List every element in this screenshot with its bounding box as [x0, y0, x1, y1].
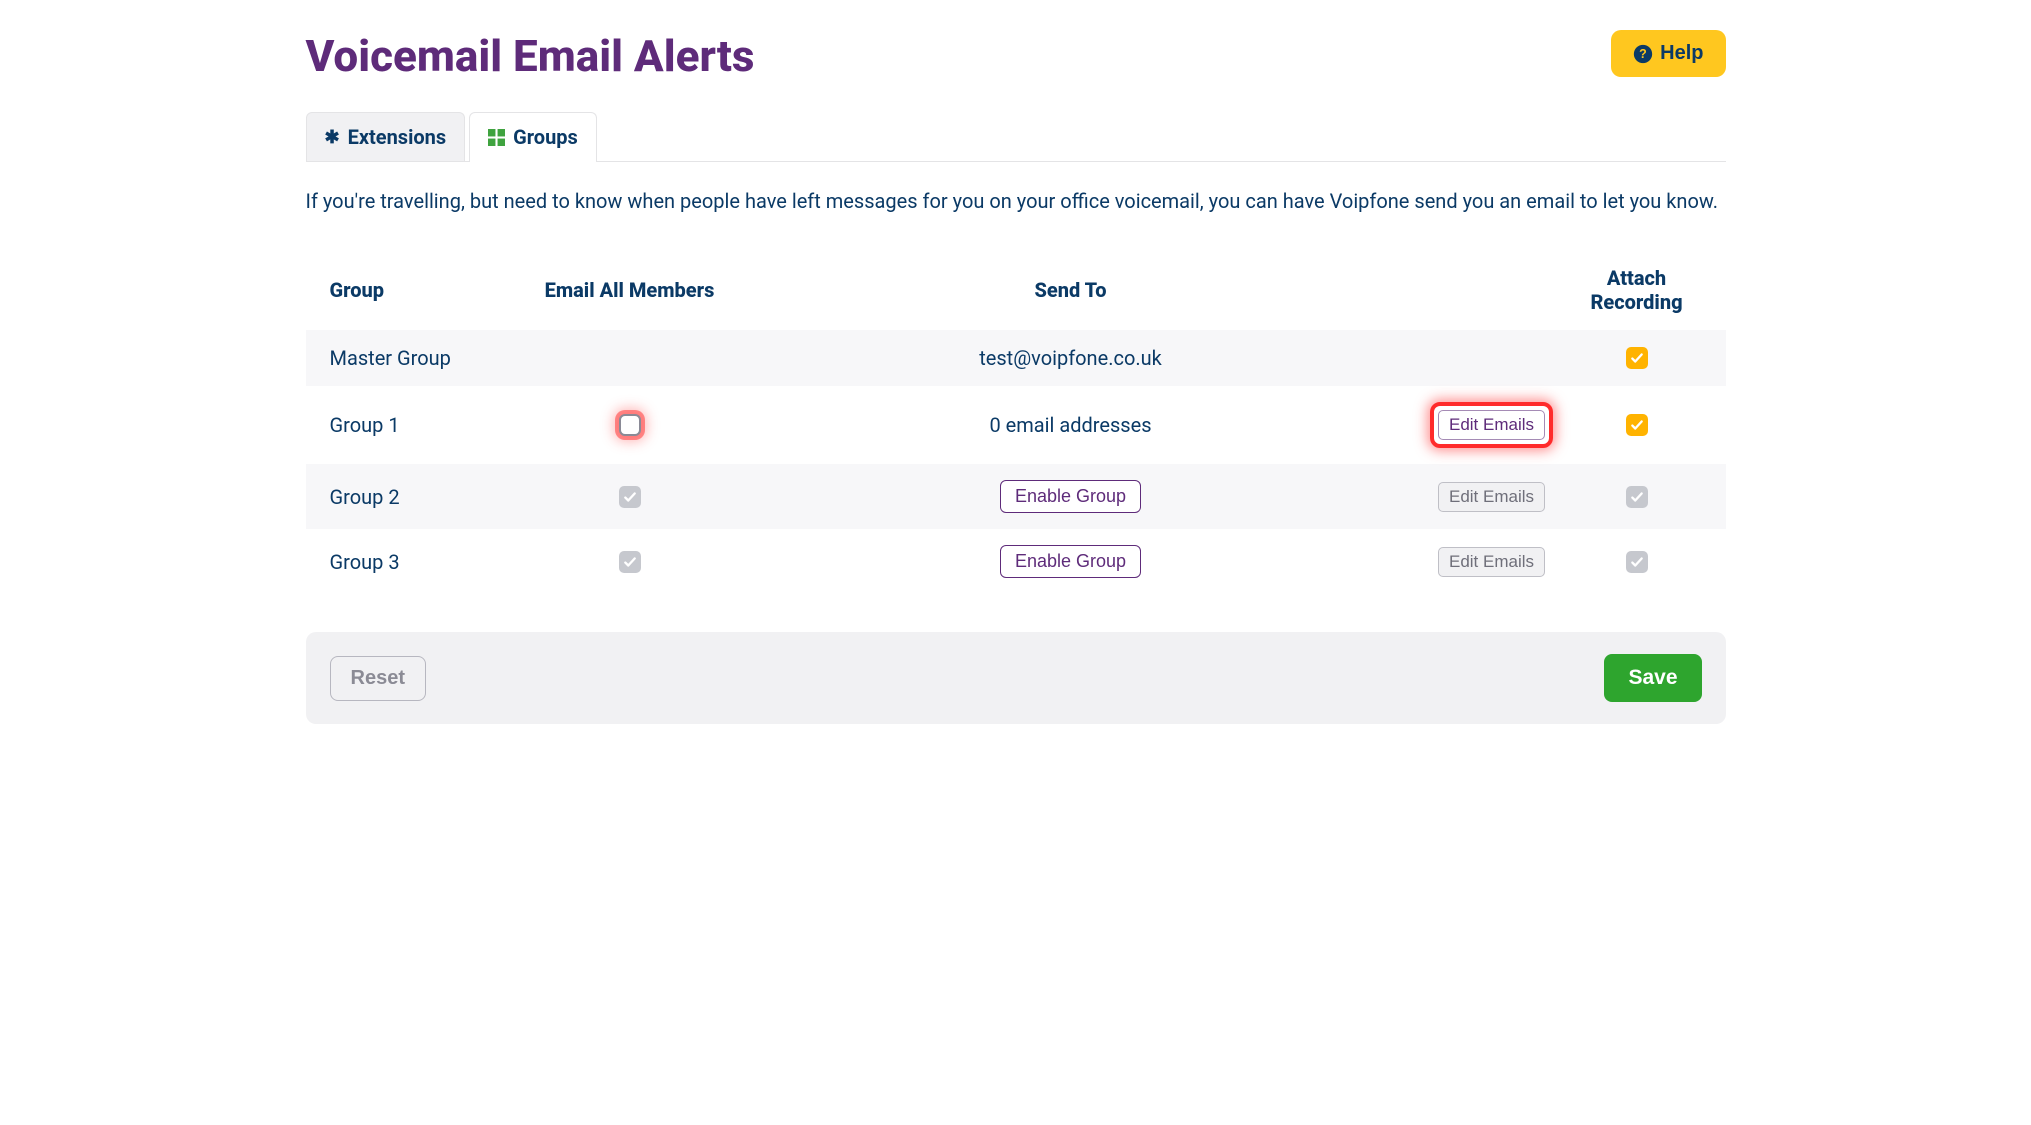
attach-recording-checkbox[interactable]	[1626, 486, 1648, 508]
email-all-checkbox[interactable]	[619, 486, 641, 508]
tabs: ✱ Extensions Groups	[306, 112, 1726, 162]
attach-recording-checkbox[interactable]	[1626, 551, 1648, 573]
send-to-text: test@voipfone.co.uk	[979, 346, 1162, 370]
help-icon: ?	[1633, 44, 1653, 64]
grid-icon	[488, 129, 505, 146]
svg-text:?: ?	[1639, 47, 1647, 61]
table-row: Group 1 0 email addresses Edit Emails	[306, 386, 1726, 464]
page-title: Voicemail Email Alerts	[306, 30, 755, 82]
email-all-checkbox[interactable]	[619, 414, 641, 436]
table-row: Master Group test@voipfone.co.uk	[306, 330, 1726, 386]
attach-recording-checkbox[interactable]	[1626, 414, 1648, 436]
edit-emails-button: Edit Emails	[1438, 482, 1545, 512]
tab-extensions-label: Extensions	[348, 125, 447, 149]
help-button[interactable]: ? Help	[1611, 30, 1725, 77]
edit-emails-button: Edit Emails	[1438, 547, 1545, 577]
save-button[interactable]: Save	[1604, 654, 1701, 702]
group-name: Group 3	[330, 550, 530, 574]
th-attach: Attach Recording	[1572, 266, 1702, 314]
enable-group-button[interactable]: Enable Group	[1000, 545, 1141, 578]
edit-emails-button[interactable]: Edit Emails	[1438, 410, 1545, 440]
tab-extensions[interactable]: ✱ Extensions	[306, 112, 466, 161]
enable-group-button[interactable]: Enable Group	[1000, 480, 1141, 513]
th-email-all: Email All Members	[530, 278, 730, 302]
intro-text: If you're travelling, but need to know w…	[306, 186, 1726, 216]
tab-groups-label: Groups	[513, 125, 578, 149]
group-name: Group 1	[330, 413, 530, 437]
reset-button[interactable]: Reset	[330, 656, 426, 701]
th-group: Group	[330, 278, 530, 302]
attach-recording-checkbox[interactable]	[1626, 347, 1648, 369]
asterisk-icon: ✱	[325, 127, 340, 148]
help-label: Help	[1660, 42, 1703, 65]
th-send-to: Send To	[730, 278, 1412, 302]
group-name: Group 2	[330, 485, 530, 509]
tab-groups[interactable]: Groups	[469, 112, 597, 161]
email-all-checkbox[interactable]	[619, 551, 641, 573]
group-name: Master Group	[330, 346, 530, 370]
footer-bar: Reset Save	[306, 632, 1726, 724]
groups-table: Group Email All Members Send To Attach R…	[306, 250, 1726, 594]
table-header: Group Email All Members Send To Attach R…	[306, 250, 1726, 330]
table-row: Group 3 Enable Group Edit Emails	[306, 529, 1726, 594]
send-to-text: 0 email addresses	[989, 413, 1151, 437]
table-row: Group 2 Enable Group Edit Emails	[306, 464, 1726, 529]
